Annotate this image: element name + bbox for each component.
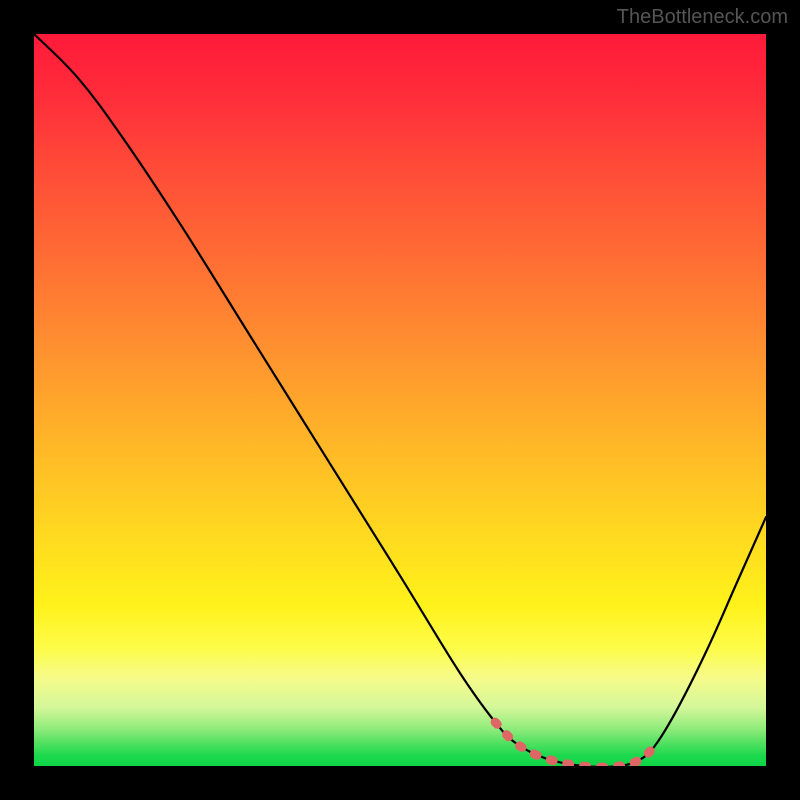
chart-svg bbox=[34, 34, 766, 766]
bottleneck-curve bbox=[34, 34, 766, 766]
plot-area bbox=[34, 34, 766, 766]
bottom-highlight bbox=[495, 722, 656, 766]
watermark-text: TheBottleneck.com bbox=[617, 6, 788, 29]
